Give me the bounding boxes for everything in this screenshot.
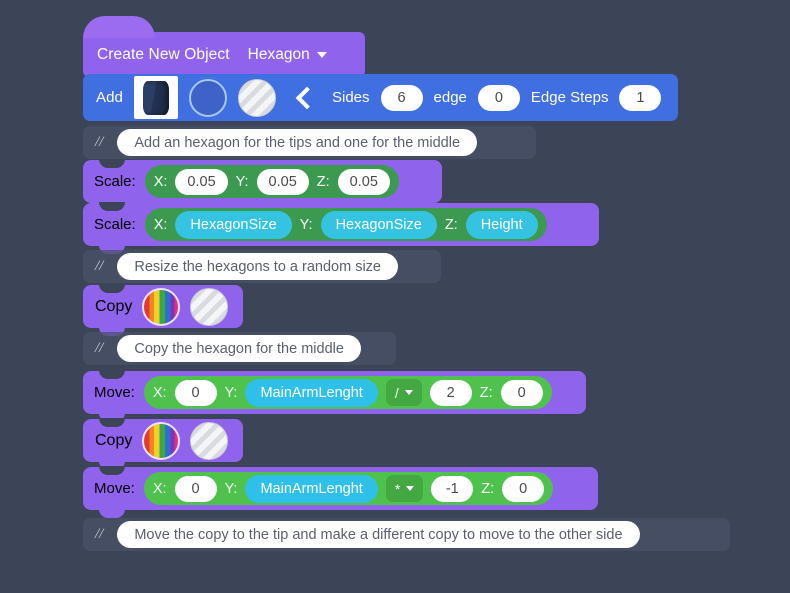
edge-steps-input[interactable]: 1 xyxy=(619,84,662,111)
add-label: Add xyxy=(96,89,123,106)
comment-text[interactable]: Add an hexagon for the tips and one for … xyxy=(117,129,478,156)
rainbow-circle-swatch-icon[interactable] xyxy=(142,421,181,460)
block-title: Create New Object xyxy=(97,45,230,63)
block-top-notch xyxy=(99,202,125,211)
scale-z-variable[interactable]: Height xyxy=(465,210,538,239)
scale-block[interactable]: Scale: X: 0.05 Y: 0.05 Z: 0.05 xyxy=(83,159,442,211)
scale-block[interactable]: Scale: X: HexagonSize Y: HexagonSize Z: … xyxy=(83,202,599,254)
scale-x-input[interactable]: 0.05 xyxy=(175,168,228,195)
operator-symbol: * xyxy=(394,480,401,497)
block-bottom-tab xyxy=(99,509,125,518)
silver-striped-circle-swatch-icon[interactable] xyxy=(190,287,229,326)
move-block[interactable]: Move: X: 0 Y: MainArmLenght / 2 Z: 0 xyxy=(83,370,586,422)
comment-text[interactable]: Move the copy to the tip and make a diff… xyxy=(117,521,640,548)
chevron-down-icon xyxy=(316,51,327,58)
comment-marker: // xyxy=(95,340,104,356)
axis-y-label: Y: xyxy=(224,384,238,401)
silver-striped-circle-swatch-icon[interactable] xyxy=(190,421,229,460)
axis-z-label: Z: xyxy=(479,384,493,401)
scale-z-input[interactable]: 0.05 xyxy=(337,168,390,195)
axis-x-label: X: xyxy=(152,480,167,497)
axis-z-label: Z: xyxy=(444,216,458,233)
rainbow-circle-swatch-icon[interactable] xyxy=(142,287,181,326)
move-block[interactable]: Move: X: 0 Y: MainArmLenght * -1 Z: 0 xyxy=(83,466,598,518)
comment-text[interactable]: Copy the hexagon for the middle xyxy=(117,335,361,362)
move-y-operator-dropdown[interactable]: * xyxy=(385,475,424,502)
edge-label: edge xyxy=(433,89,467,106)
move-y-operand-input[interactable]: 2 xyxy=(429,379,472,406)
sides-label: Sides xyxy=(332,89,370,106)
block-top-notch xyxy=(99,159,125,168)
comment-row[interactable]: // Copy the hexagon for the middle xyxy=(83,332,396,365)
object-type-dropdown[interactable]: Hexagon xyxy=(248,46,327,64)
axis-y-label: Y: xyxy=(299,216,313,233)
axis-x-label: X: xyxy=(152,384,167,401)
scale-y-variable[interactable]: HexagonSize xyxy=(320,210,437,239)
axis-z-label: Z: xyxy=(316,173,330,190)
block-top-notch xyxy=(99,466,125,475)
chevron-down-icon xyxy=(406,486,415,491)
comment-row[interactable]: // Add an hexagon for the tips and one f… xyxy=(83,126,536,159)
move-y-variable[interactable]: MainArmLenght xyxy=(245,378,378,407)
add-primitive-block[interactable]: Add Sides 6 edge 0 Edge Steps 1 xyxy=(83,74,678,121)
block-top-notch xyxy=(99,370,125,379)
edge-input[interactable]: 0 xyxy=(477,84,520,111)
scale-y-input[interactable]: 0.05 xyxy=(256,168,309,195)
move-z-input[interactable]: 0 xyxy=(500,379,543,406)
move-label: Move: xyxy=(94,480,135,497)
move-y-variable[interactable]: MainArmLenght xyxy=(245,474,378,503)
prism-shape-icon xyxy=(143,80,169,115)
operator-symbol: / xyxy=(394,384,399,401)
hexagon-prism-thumbnail[interactable] xyxy=(134,76,178,119)
move-x-input[interactable]: 0 xyxy=(174,379,217,406)
move-label: Move: xyxy=(94,384,135,401)
move-x-input[interactable]: 0 xyxy=(174,475,217,502)
move-y-operator-dropdown[interactable]: / xyxy=(385,379,422,406)
axis-z-label: Z: xyxy=(481,480,495,497)
comment-text[interactable]: Resize the hexagons to a random size xyxy=(117,253,398,280)
axis-x-label: X: xyxy=(153,216,168,233)
block-editor-canvas: Create New Object Hexagon Add Sides 6 ed… xyxy=(0,0,790,593)
axis-y-label: Y: xyxy=(235,173,249,190)
comment-marker: // xyxy=(95,134,104,150)
chevron-left-icon[interactable] xyxy=(295,86,319,109)
scale-label: Scale: xyxy=(94,216,136,233)
copy-block[interactable]: Copy xyxy=(83,418,243,470)
blue-circle-swatch-icon[interactable] xyxy=(189,78,227,117)
move-axes-group: X: 0 Y: MainArmLenght * -1 Z: 0 xyxy=(143,472,554,505)
move-z-input[interactable]: 0 xyxy=(502,475,545,502)
block-top-notch xyxy=(99,418,125,427)
axis-x-label: X: xyxy=(153,173,168,190)
sides-input[interactable]: 6 xyxy=(380,84,423,111)
edge-steps-label: Edge Steps xyxy=(530,89,609,106)
create-new-object-block[interactable]: Create New Object Hexagon xyxy=(83,16,365,85)
comment-marker: // xyxy=(95,258,104,274)
object-type-value: Hexagon xyxy=(247,45,310,63)
block-hat-cap xyxy=(83,16,155,38)
copy-block[interactable]: Copy xyxy=(83,284,243,336)
move-y-operand-input[interactable]: -1 xyxy=(431,475,474,502)
scale-axes-group: X: HexagonSize Y: HexagonSize Z: Height xyxy=(144,208,547,241)
scale-x-variable[interactable]: HexagonSize xyxy=(175,210,292,239)
scale-axes-group: X: 0.05 Y: 0.05 Z: 0.05 xyxy=(144,165,399,198)
move-axes-group: X: 0 Y: MainArmLenght / 2 Z: 0 xyxy=(143,376,552,409)
copy-label: Copy xyxy=(95,431,133,449)
comment-marker: // xyxy=(95,526,104,542)
scale-label: Scale: xyxy=(94,173,136,190)
comment-row[interactable]: // Resize the hexagons to a random size xyxy=(83,250,441,283)
block-top-notch xyxy=(99,284,125,293)
comment-row[interactable]: // Move the copy to the tip and make a d… xyxy=(83,518,730,551)
silver-striped-circle-swatch-icon[interactable] xyxy=(238,78,276,117)
copy-label: Copy xyxy=(95,297,133,315)
chevron-down-icon xyxy=(404,390,413,395)
axis-y-label: Y: xyxy=(224,480,238,497)
